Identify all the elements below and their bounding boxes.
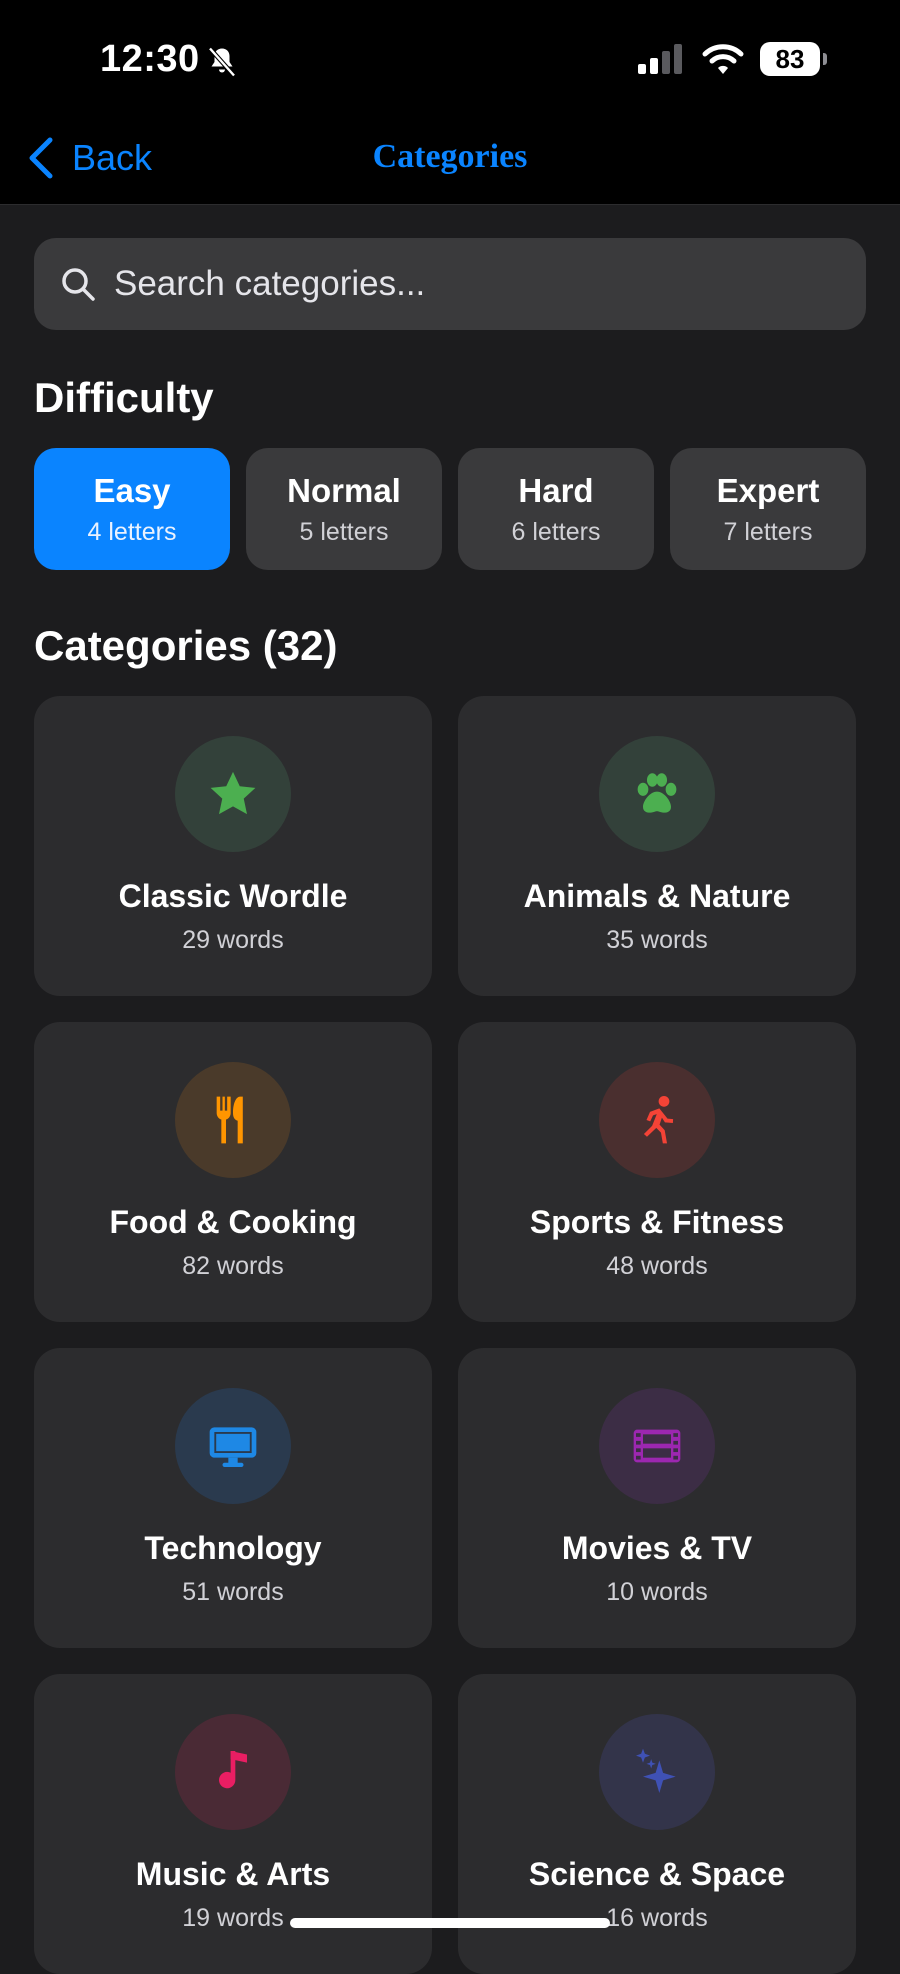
categories-heading: Categories (32) [34,622,338,669]
monitor-icon [209,1427,257,1467]
category-icon-circle [599,1388,715,1504]
category-icon-circle [599,736,715,852]
category-icon-circle [175,1714,291,1830]
running-icon [643,1095,674,1144]
category-card-movies-tv[interactable]: Movies & TV 10 words [458,1348,856,1648]
category-name: Animals & Nature [523,878,791,914]
category-name: Movies & TV [561,1530,753,1566]
battery-indicator: 83 [760,42,827,76]
difficulty-label: Expert [716,471,820,509]
category-word-count: 82 words [182,1252,284,1280]
wifi-icon [702,44,744,74]
difficulty-sub: 7 letters [723,517,813,546]
battery-level: 83 [775,43,805,74]
bell-slash-icon [208,47,236,77]
category-name: Classic Wordle [118,878,348,914]
difficulty-label: Normal [287,471,401,509]
category-card-music-arts[interactable]: Music & Arts 19 words [34,1674,432,1974]
search-icon [62,268,95,301]
category-card-technology[interactable]: Technology 51 words [34,1348,432,1648]
category-card-science-space[interactable]: Science & Space 16 words [458,1674,856,1974]
category-word-count: 48 words [606,1252,708,1280]
fork-knife-icon [216,1096,243,1144]
home-indicator[interactable] [290,1918,610,1928]
category-card-classic-wordle[interactable]: Classic Wordle 29 words [34,696,432,996]
category-name: Technology [144,1530,322,1566]
film-icon [633,1429,681,1463]
signal-icon [638,44,682,74]
category-card-food-cooking[interactable]: Food & Cooking 82 words [34,1022,432,1322]
status-bar: 12:30 83 [0,0,900,120]
category-name: Food & Cooking [109,1204,357,1240]
music-note-icon [219,1751,247,1789]
search-input[interactable] [112,263,816,305]
search-bar[interactable] [34,238,866,330]
category-icon-circle [175,1388,291,1504]
difficulty-sub: 5 letters [299,517,389,546]
navigation-bar: Back Categories [0,120,900,205]
difficulty-label: Hard [518,471,594,509]
category-name: Science & Space [528,1856,786,1892]
sparkles-icon [636,1748,676,1793]
star-icon [210,771,256,815]
difficulty-sub: 6 letters [511,517,601,546]
category-word-count: 51 words [182,1578,284,1606]
category-word-count: 35 words [606,926,708,954]
category-icon-circle [175,1062,291,1178]
category-word-count: 29 words [182,926,284,954]
category-word-count: 10 words [606,1578,708,1606]
category-card-animals-nature[interactable]: Animals & Nature 35 words [458,696,856,996]
difficulty-label: Easy [93,471,171,509]
category-icon-circle [175,736,291,852]
difficulty-normal-button[interactable]: Normal 5 letters [246,448,442,570]
category-icon-circle [599,1714,715,1830]
difficulty-hard-button[interactable]: Hard 6 letters [458,448,654,570]
page-title: Categories [372,138,528,175]
difficulty-expert-button[interactable]: Expert 7 letters [670,448,866,570]
difficulty-sub: 4 letters [87,517,177,546]
status-time: 12:30 [100,38,200,80]
difficulty-heading: Difficulty [34,374,214,421]
category-icon-circle [599,1062,715,1178]
category-card-sports-fitness[interactable]: Sports & Fitness 48 words [458,1022,856,1322]
paw-icon [637,773,677,813]
difficulty-easy-button[interactable]: Easy 4 letters [34,448,230,570]
status-right: 83 [638,42,827,76]
category-name: Sports & Fitness [529,1204,785,1240]
category-name: Music & Arts [135,1856,331,1892]
